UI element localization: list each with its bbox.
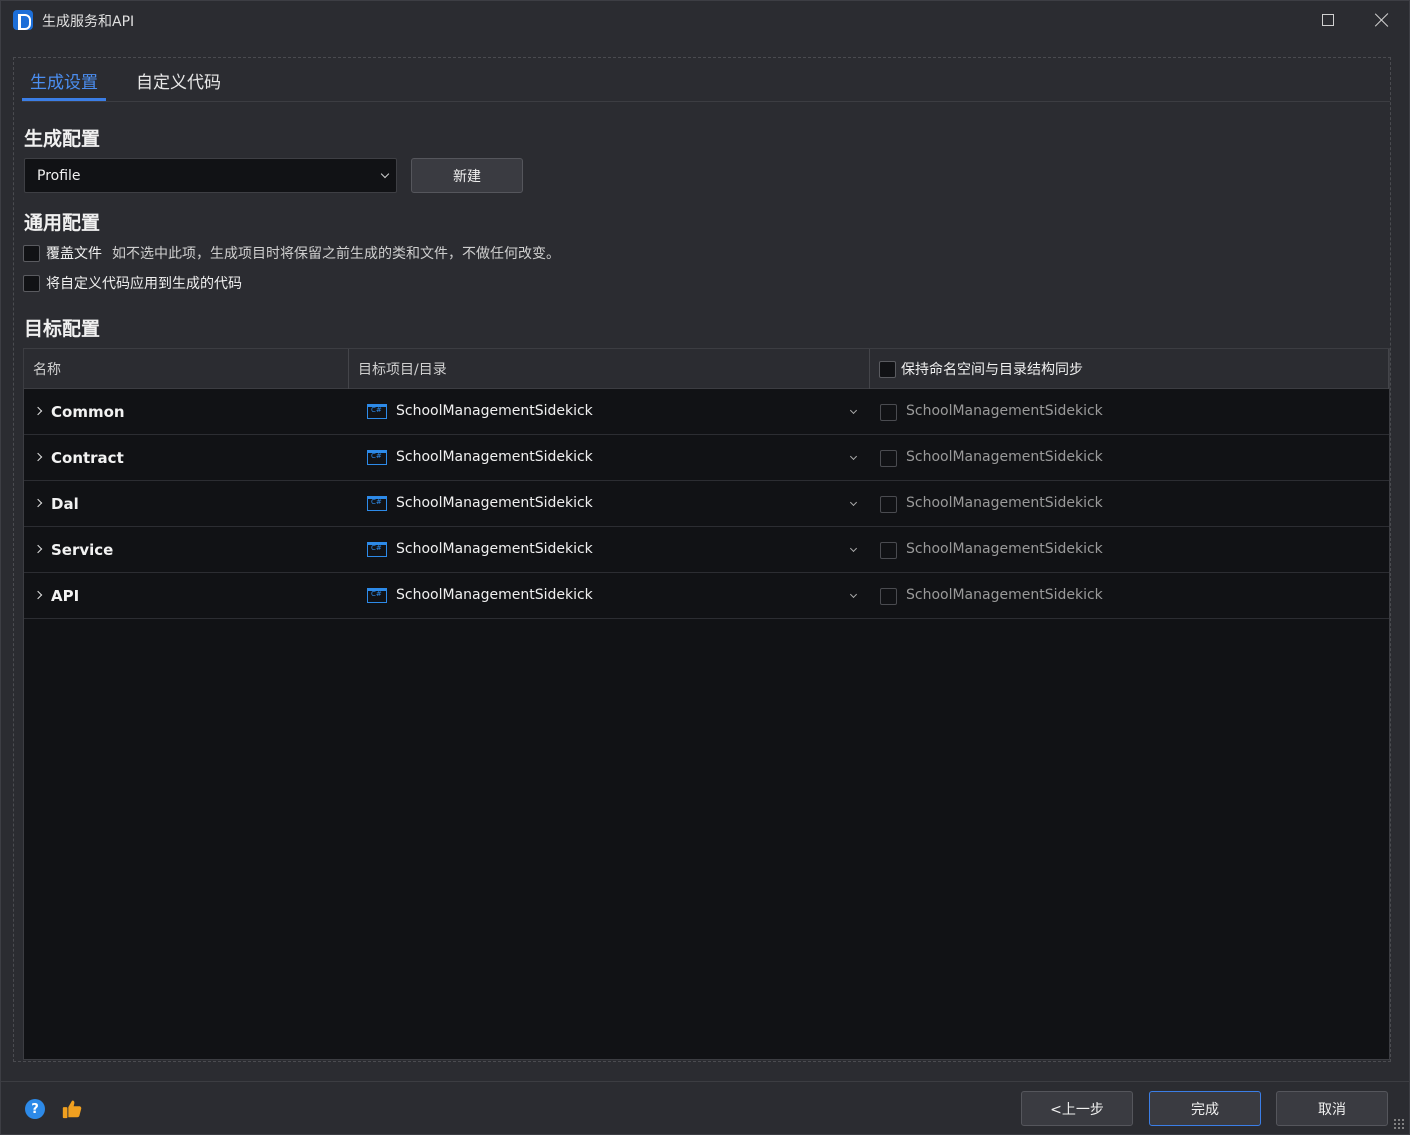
row-name: Common xyxy=(51,403,125,421)
grid-header: 名称 目标项目/目录 保持命名空间与目录结构同步 xyxy=(24,349,1389,389)
row-sync-checkbox[interactable] xyxy=(880,404,897,421)
content-panel: 生成设置 自定义代码 生成配置 Profile 新建 通用配置 覆盖文件 如不选… xyxy=(13,57,1391,1062)
column-divider xyxy=(1388,349,1389,389)
chevron-right-icon[interactable] xyxy=(33,406,43,416)
dialog-window: 生成服务和API 生成设置 自定义代码 生成配置 Profile 新建 通用配置… xyxy=(0,0,1410,1135)
row-namespace: SchoolManagementSidekick xyxy=(906,403,1103,419)
chevron-down-icon[interactable] xyxy=(849,544,858,553)
overwrite-files-option: 覆盖文件 如不选中此项，生成项目时将保留之前生成的类和文件，不做任何改变。 xyxy=(23,243,560,263)
row-namespace: SchoolManagementSidekick xyxy=(906,495,1103,511)
row-project[interactable]: SchoolManagementSidekick xyxy=(396,541,593,557)
csharp-project-icon xyxy=(367,496,387,511)
close-button[interactable] xyxy=(1357,1,1407,39)
chevron-right-icon[interactable] xyxy=(33,590,43,600)
row-project[interactable]: SchoolManagementSidekick xyxy=(396,449,593,465)
overwrite-files-checkbox[interactable] xyxy=(23,244,40,262)
column-divider[interactable] xyxy=(348,349,349,389)
profile-select[interactable]: Profile xyxy=(24,158,397,193)
csharp-project-icon xyxy=(367,450,387,465)
overwrite-files-label: 覆盖文件 xyxy=(46,246,102,262)
table-row[interactable]: Common SchoolManagementSidekick SchoolMa… xyxy=(24,389,1389,435)
csharp-project-icon xyxy=(367,542,387,557)
target-config-title: 目标配置 xyxy=(24,318,101,340)
apply-custom-code-checkbox[interactable] xyxy=(23,274,40,292)
maximize-icon xyxy=(1322,14,1334,26)
chevron-down-icon[interactable] xyxy=(849,452,858,461)
table-row[interactable]: Contract SchoolManagementSidekick School… xyxy=(24,435,1389,481)
table-row[interactable]: Service SchoolManagementSidekick SchoolM… xyxy=(24,527,1389,573)
row-project[interactable]: SchoolManagementSidekick xyxy=(396,587,593,603)
row-namespace: SchoolManagementSidekick xyxy=(906,587,1103,603)
chevron-down-icon[interactable] xyxy=(849,406,858,415)
new-profile-button[interactable]: 新建 xyxy=(411,158,523,193)
row-name: API xyxy=(51,587,80,605)
row-name: Contract xyxy=(51,449,124,467)
help-icon[interactable]: ? xyxy=(25,1099,45,1119)
footer-divider xyxy=(1,1081,1409,1082)
finish-button[interactable]: 完成 xyxy=(1149,1091,1261,1126)
apply-custom-code-option: 将自定义代码应用到生成的代码 xyxy=(23,273,242,293)
chevron-right-icon[interactable] xyxy=(33,452,43,462)
tab-bar: 生成设置 自定义代码 xyxy=(22,58,1390,102)
row-namespace: SchoolManagementSidekick xyxy=(906,449,1103,465)
chevron-right-icon[interactable] xyxy=(33,544,43,554)
row-project[interactable]: SchoolManagementSidekick xyxy=(396,495,593,511)
cancel-button[interactable]: 取消 xyxy=(1276,1091,1388,1126)
maximize-button[interactable] xyxy=(1303,1,1353,39)
resize-grip-icon[interactable] xyxy=(1393,1118,1405,1130)
chevron-down-icon[interactable] xyxy=(849,498,858,507)
table-row[interactable]: API SchoolManagementSidekick SchoolManag… xyxy=(24,573,1389,619)
general-config-title: 通用配置 xyxy=(24,212,101,234)
apply-custom-code-label: 将自定义代码应用到生成的代码 xyxy=(46,276,242,292)
window-title: 生成服务和API xyxy=(42,14,135,30)
sync-namespace-checkbox[interactable] xyxy=(879,360,896,378)
app-logo-icon xyxy=(13,10,33,30)
row-project[interactable]: SchoolManagementSidekick xyxy=(396,403,593,419)
row-sync-checkbox[interactable] xyxy=(880,450,897,467)
tab-custom-code[interactable]: 自定义代码 xyxy=(128,68,229,101)
title-bar: 生成服务和API xyxy=(1,1,1409,39)
thumbs-up-icon[interactable] xyxy=(61,1098,83,1120)
row-namespace: SchoolManagementSidekick xyxy=(906,541,1103,557)
table-row[interactable]: Dal SchoolManagementSidekick SchoolManag… xyxy=(24,481,1389,527)
sync-namespace-label: 保持命名空间与目录结构同步 xyxy=(901,362,1083,378)
csharp-project-icon xyxy=(367,404,387,419)
column-header-target[interactable]: 目标项目/目录 xyxy=(358,349,447,389)
column-divider[interactable] xyxy=(869,349,870,389)
column-header-name[interactable]: 名称 xyxy=(33,349,61,389)
chevron-down-icon xyxy=(380,169,390,179)
target-config-grid: 名称 目标项目/目录 保持命名空间与目录结构同步 Common SchoolMa… xyxy=(23,348,1390,1060)
row-sync-checkbox[interactable] xyxy=(880,588,897,605)
row-sync-checkbox[interactable] xyxy=(880,496,897,513)
row-name: Service xyxy=(51,541,114,559)
profile-select-value: Profile xyxy=(37,167,81,184)
generation-config-title: 生成配置 xyxy=(24,128,101,150)
chevron-right-icon[interactable] xyxy=(33,498,43,508)
csharp-project-icon xyxy=(367,588,387,603)
row-sync-checkbox[interactable] xyxy=(880,542,897,559)
overwrite-files-hint: 如不选中此项，生成项目时将保留之前生成的类和文件，不做任何改变。 xyxy=(112,246,560,262)
column-header-sync: 保持命名空间与目录结构同步 xyxy=(879,349,1083,389)
close-icon xyxy=(1375,13,1389,27)
chevron-down-icon[interactable] xyxy=(849,590,858,599)
previous-step-button[interactable]: <上一步 xyxy=(1021,1091,1133,1126)
tab-generation-settings[interactable]: 生成设置 xyxy=(22,68,106,101)
row-name: Dal xyxy=(51,495,79,513)
